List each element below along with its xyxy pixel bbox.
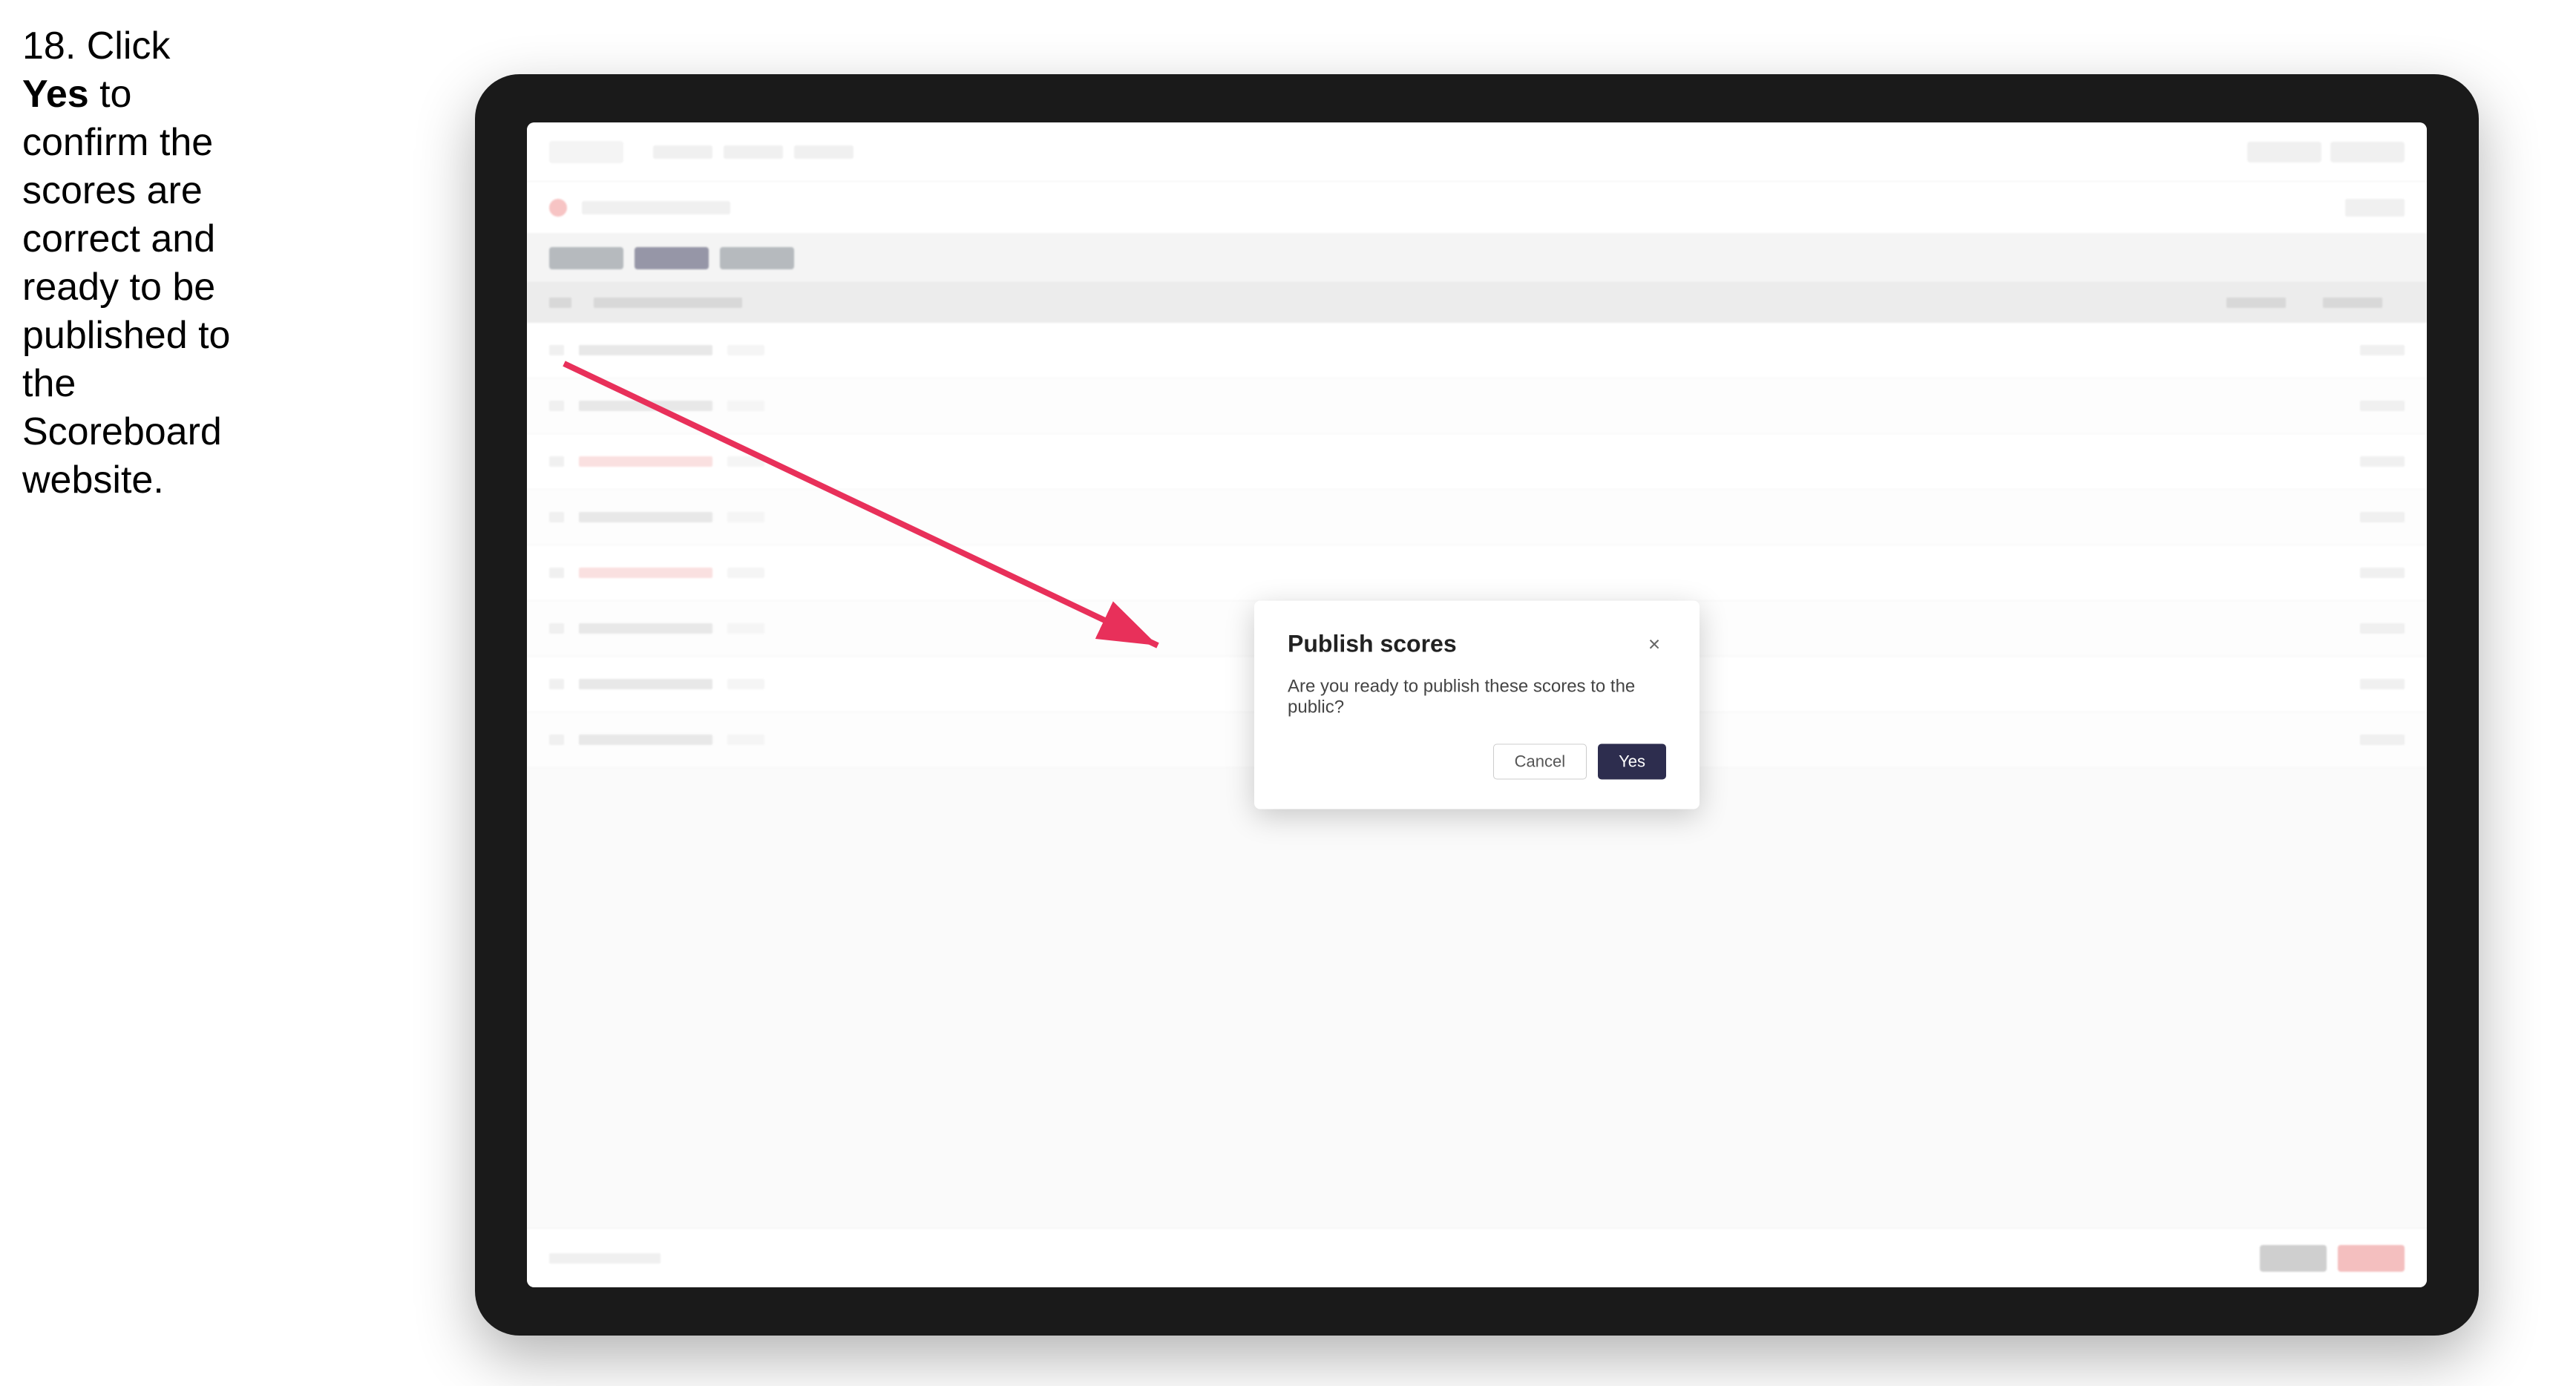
instruction-part1: Click (76, 24, 170, 68)
publish-scores-modal: Publish scores × Are you ready to publis… (1254, 601, 1700, 809)
modal-body-text: Are you ready to publish these scores to… (1288, 677, 1666, 718)
step-number: 18. (22, 24, 76, 68)
modal-title: Publish scores (1288, 631, 1457, 658)
instruction-bold: Yes (22, 73, 89, 116)
cancel-button[interactable]: Cancel (1493, 744, 1587, 780)
tablet-device: Publish scores × Are you ready to publis… (475, 74, 2479, 1336)
instruction-text: 18. Click Yes to confirm the scores are … (22, 22, 237, 505)
yes-button[interactable]: Yes (1598, 744, 1666, 780)
modal-header: Publish scores × (1288, 631, 1666, 658)
modal-close-button[interactable]: × (1642, 632, 1666, 656)
instruction-part2: to confirm the scores are correct and re… (22, 73, 230, 502)
modal-actions: Cancel Yes (1288, 744, 1666, 780)
tablet-screen: Publish scores × Are you ready to publis… (527, 122, 2427, 1287)
